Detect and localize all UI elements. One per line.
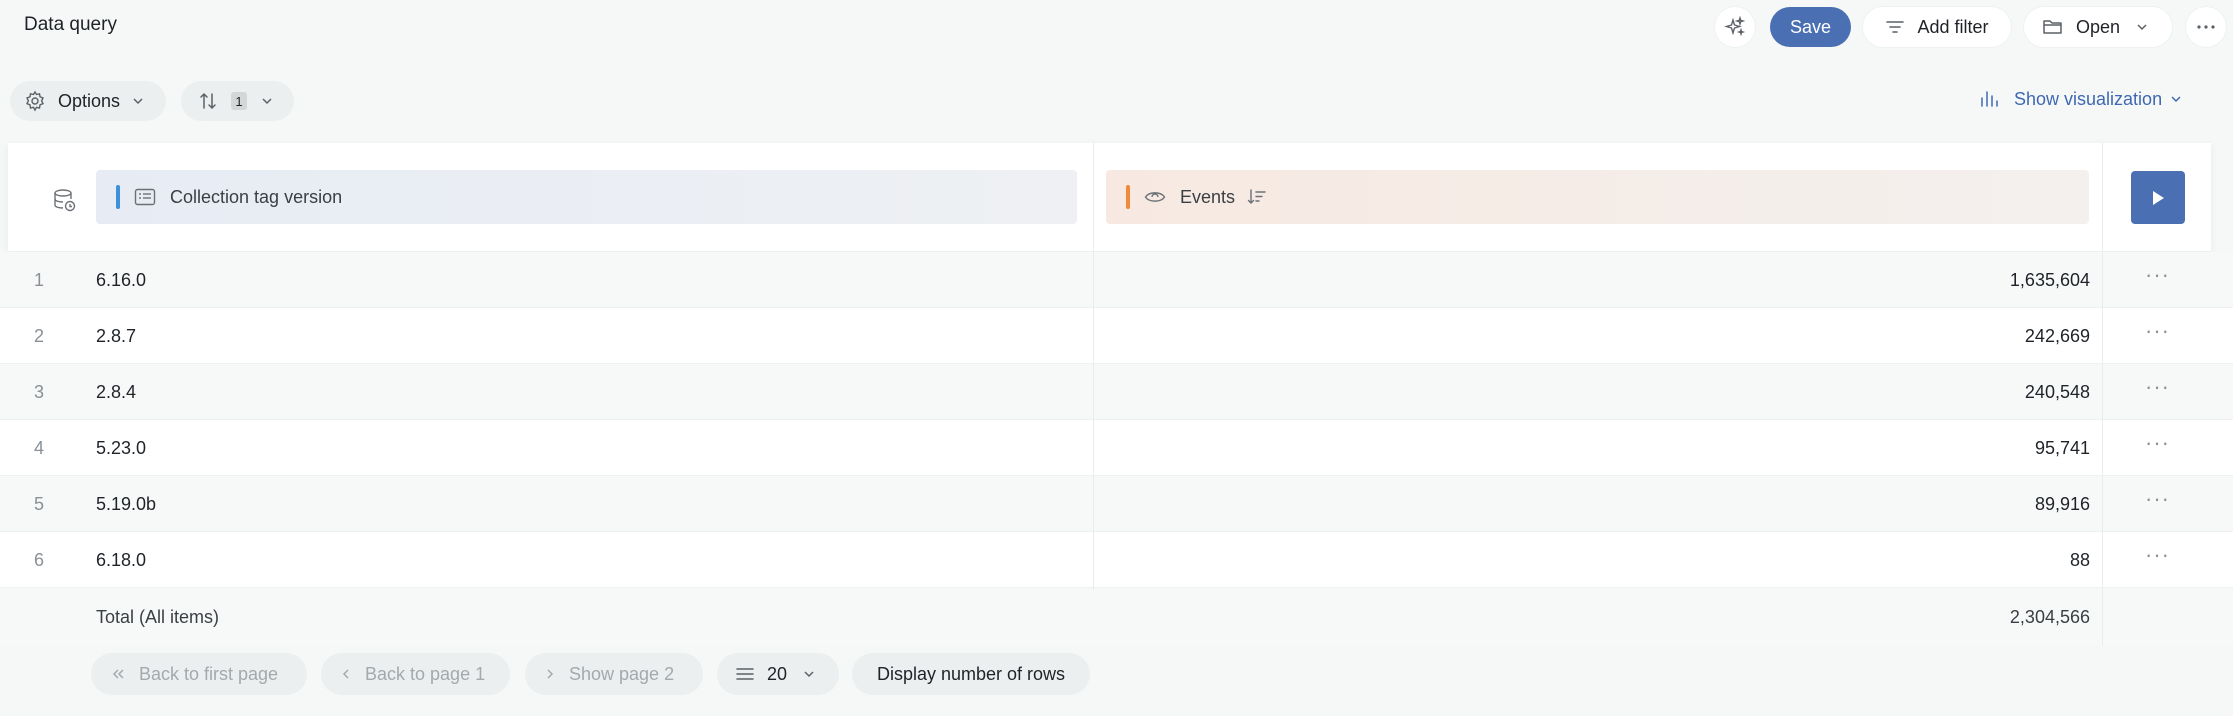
row-index: 6 — [34, 550, 45, 570]
column-divider — [1093, 143, 1094, 590]
row-events: 1,635,604 — [2009, 270, 2090, 290]
table-row: 1 6.16.0 1,635,604 ··· — [0, 252, 2233, 308]
more-horizontal-icon — [2197, 25, 2215, 29]
add-filter-label: Add filter — [1917, 16, 1989, 37]
table-row: 5 5.19.0b 89,916 ··· — [0, 476, 2233, 532]
options-label: Options — [58, 90, 121, 111]
list-icon — [134, 188, 156, 206]
show-next-page-label: Show page 2 — [569, 663, 675, 684]
row-more-icon[interactable]: ··· — [2145, 542, 2170, 568]
run-query-button[interactable] — [2131, 171, 2185, 224]
dimension-column-label: Collection tag version — [170, 186, 343, 207]
gear-icon — [26, 90, 44, 112]
sort-arrows-icon — [200, 92, 216, 110]
back-to-previous-page-button[interactable]: Back to page 1 — [321, 653, 510, 695]
row-index: 3 — [34, 382, 45, 402]
database-icon[interactable] — [52, 188, 78, 214]
menu-lines-icon — [736, 668, 754, 680]
metric-column-chip[interactable]: Events — [1106, 170, 2089, 224]
row-events: 240,548 — [2024, 382, 2090, 402]
row-more-icon[interactable]: ··· — [2145, 318, 2170, 344]
row-version: 2.8.7 — [96, 326, 137, 346]
row-more-icon[interactable]: ··· — [2145, 374, 2170, 400]
table-row: 6 6.18.0 88 ··· — [0, 532, 2233, 588]
sparkles-icon — [1724, 16, 1746, 37]
chevron-down-icon — [2171, 96, 2181, 103]
chevron-left-icon — [342, 669, 349, 679]
total-value: 2,304,566 — [2009, 607, 2090, 627]
folder-icon — [2043, 20, 2062, 34]
row-index: 5 — [34, 494, 45, 514]
open-label: Open — [2076, 16, 2121, 37]
row-more-icon[interactable]: ··· — [2145, 262, 2170, 288]
sort-count-badge: 1 — [231, 92, 247, 110]
page-size-value: 20 — [767, 663, 788, 684]
row-events: 89,916 — [2034, 494, 2090, 514]
table-row: 2 2.8.7 242,669 ··· — [0, 308, 2233, 364]
row-index: 4 — [34, 438, 45, 458]
row-version: 6.16.0 — [96, 270, 147, 290]
total-row: Total (All items) 2,304,566 — [0, 589, 2233, 645]
column-divider — [2102, 143, 2103, 645]
play-icon — [2153, 190, 2164, 205]
back-to-first-page-label: Back to first page — [139, 663, 279, 684]
dimension-column-chip[interactable]: Collection tag version — [96, 170, 1077, 224]
display-number-of-rows-button[interactable]: Display number of rows — [852, 653, 1090, 695]
metric-color-bar — [1126, 185, 1130, 209]
chevron-down-icon — [2137, 24, 2147, 31]
open-button[interactable]: Open — [2024, 7, 2172, 47]
table-row: 3 2.8.4 240,548 ··· — [0, 364, 2233, 420]
row-version: 2.8.4 — [96, 382, 137, 402]
chevron-down-icon — [804, 671, 814, 678]
back-to-previous-page-label: Back to page 1 — [365, 663, 486, 684]
table-row: 4 5.23.0 95,741 ··· — [0, 420, 2233, 476]
page-size-select[interactable]: 20 — [717, 653, 839, 695]
more-options-button[interactable] — [2186, 7, 2226, 47]
metric-column-label: Events — [1180, 186, 1236, 207]
row-events: 88 — [2069, 550, 2090, 570]
add-filter-button[interactable]: Add filter — [1863, 7, 2011, 47]
row-more-icon[interactable]: ··· — [2145, 430, 2170, 456]
chevron-right-icon — [547, 669, 554, 679]
dimension-color-bar — [116, 185, 120, 209]
sort-dropdown[interactable]: 1 — [181, 81, 294, 121]
eye-icon — [1144, 192, 1166, 202]
sort-descending-icon[interactable] — [1247, 188, 1267, 206]
row-events: 95,741 — [2034, 438, 2090, 458]
ai-assistant-button[interactable] — [1715, 7, 1755, 47]
filter-lines-icon — [1886, 21, 1905, 33]
double-chevron-left-icon — [112, 669, 124, 679]
row-version: 5.19.0b — [96, 494, 157, 514]
row-events: 242,669 — [2024, 326, 2090, 346]
options-dropdown[interactable]: Options — [10, 81, 166, 121]
bar-chart-icon — [1981, 91, 1998, 107]
row-version: 5.23.0 — [96, 438, 147, 458]
row-index: 2 — [34, 326, 45, 346]
back-to-first-page-button[interactable]: Back to first page — [91, 653, 307, 695]
chevron-down-icon — [262, 98, 272, 105]
chevron-down-icon — [133, 98, 143, 105]
show-next-page-button[interactable]: Show page 2 — [525, 653, 703, 695]
total-label: Total (All items) — [96, 607, 220, 627]
top-header: Data query Save Add filter Open — [0, 0, 2233, 60]
show-visualization-label: Show visualization — [2014, 88, 2163, 109]
row-index: 1 — [34, 270, 45, 290]
show-visualization-button[interactable]: Show visualization — [1978, 84, 2182, 114]
page-title: Data query — [24, 14, 117, 35]
save-button[interactable]: Save — [1770, 7, 1851, 47]
row-more-icon[interactable]: ··· — [2145, 486, 2170, 512]
row-version: 6.18.0 — [96, 550, 147, 570]
